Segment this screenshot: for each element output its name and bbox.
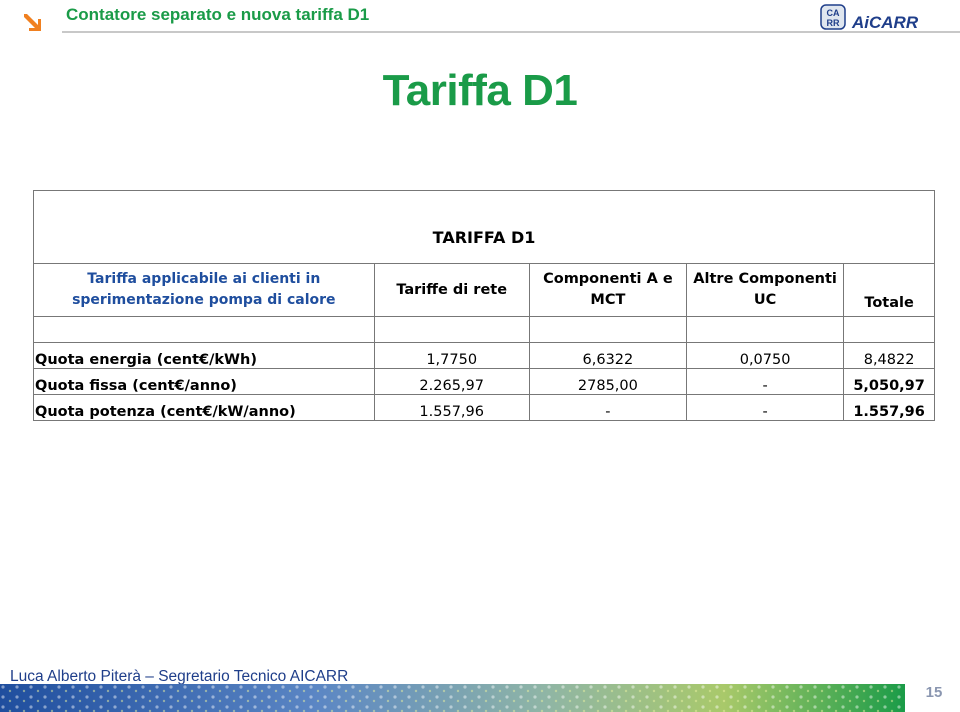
page-number: 15 bbox=[925, 684, 943, 701]
slide-header: Contatore separato e nuova tariffa D1 CA… bbox=[0, 0, 960, 34]
tariff-table: TARIFFA D1 Tariffa applicabile ai client… bbox=[33, 190, 935, 421]
cell-tariffe-di-rete: 2.265,97 bbox=[373, 368, 530, 395]
svg-text:RR: RR bbox=[827, 18, 840, 28]
header-altre-componenti: Altre Componenti UC bbox=[685, 263, 845, 317]
row-label: Quota energia (cent€/kWh) bbox=[33, 342, 375, 369]
cell-totale: 1.557,96 bbox=[843, 394, 935, 421]
row-label: Quota potenza (cent€/kW/anno) bbox=[33, 394, 375, 421]
cell-altre-componenti: - bbox=[685, 394, 845, 421]
cell-altre-componenti: - bbox=[685, 368, 845, 395]
table-row: Quota fissa (cent€/anno) 2.265,97 2785,0… bbox=[33, 368, 935, 395]
header-tariffe-di-rete: Tariffe di rete bbox=[373, 263, 530, 317]
header-description: Tariffa applicabile ai clienti in sperim… bbox=[33, 263, 375, 317]
table-row: Quota energia (cent€/kWh) 1,7750 6,6322 … bbox=[33, 342, 935, 369]
header-componenti-a-mct: Componenti A e MCT bbox=[528, 263, 688, 317]
cell-totale: 8,4822 bbox=[843, 342, 935, 369]
cell-totale: 5,050,97 bbox=[843, 368, 935, 395]
cell-componenti-a-mct: - bbox=[528, 394, 688, 421]
header-title: Contatore separato e nuova tariffa D1 bbox=[66, 5, 370, 24]
row-label: Quota fissa (cent€/anno) bbox=[33, 368, 375, 395]
arrow-down-right-icon bbox=[24, 14, 41, 31]
cell-tariffe-di-rete: 1,7750 bbox=[373, 342, 530, 369]
header-totale: Totale bbox=[843, 263, 935, 317]
table-caption: TARIFFA D1 bbox=[33, 190, 935, 264]
cell-componenti-a-mct: 2785,00 bbox=[528, 368, 688, 395]
svg-text:CA: CA bbox=[827, 8, 840, 18]
table-row: Quota potenza (cent€/kW/anno) 1.557,96 -… bbox=[33, 394, 935, 421]
svg-text:AiCARR: AiCARR bbox=[851, 13, 919, 32]
cell-tariffe-di-rete: 1.557,96 bbox=[373, 394, 530, 421]
cell-altre-componenti: 0,0750 bbox=[685, 342, 845, 369]
table-header-row: Tariffa applicabile ai clienti in sperim… bbox=[33, 263, 935, 317]
table-spacer-row bbox=[33, 316, 935, 343]
slide-title: Tariffa D1 bbox=[382, 66, 578, 115]
cell-componenti-a-mct: 6,6322 bbox=[528, 342, 688, 369]
aicarr-logo: CA RR AiCARR bbox=[820, 4, 919, 32]
decorative-footer-band bbox=[0, 684, 905, 712]
